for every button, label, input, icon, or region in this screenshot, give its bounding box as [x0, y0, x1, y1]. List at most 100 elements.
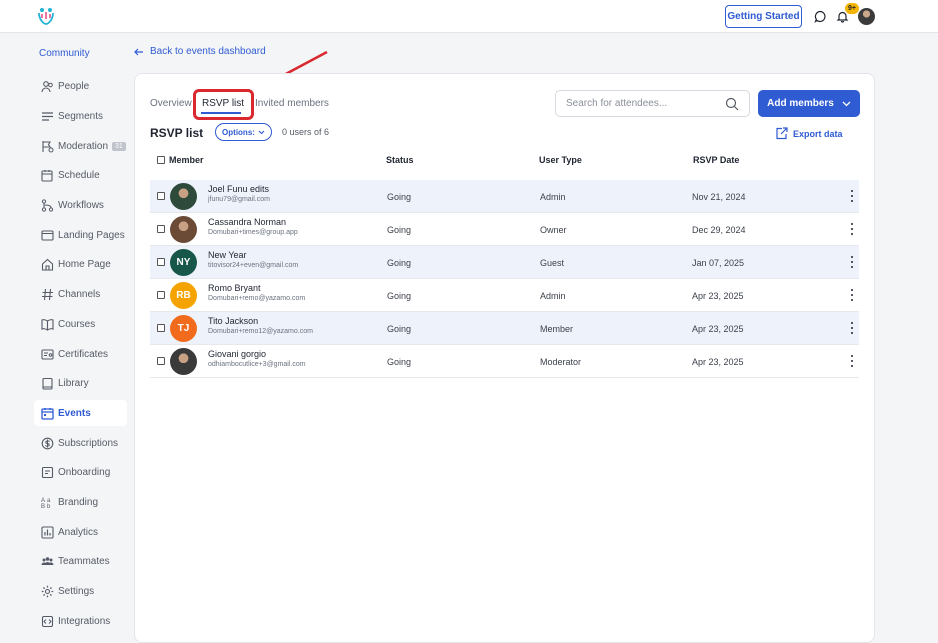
hash-icon: [41, 288, 54, 301]
sidebar-item-label: Schedule: [58, 169, 100, 181]
cell-status: Going: [387, 324, 412, 334]
search-icon[interactable]: [725, 97, 739, 111]
sidebar-item-label: Segments: [58, 110, 104, 122]
avatar: NY: [170, 249, 197, 276]
sidebar-item-label: Home Page: [58, 258, 111, 270]
landing-pages-icon: [41, 229, 54, 242]
row-checkbox[interactable]: [157, 192, 165, 200]
sidebar-item-label: Teammates: [58, 555, 110, 567]
top-bar: Getting Started 9+: [0, 0, 938, 33]
table-row[interactable]: NY New Year titovisor24+even@gmail.com Goin…: [150, 246, 859, 279]
sidebar-item-label: Onboarding: [58, 466, 111, 478]
getting-started-button[interactable]: Getting Started: [725, 5, 802, 28]
options-dropdown[interactable]: Options:: [215, 123, 272, 141]
list-title: RSVP list: [150, 126, 204, 140]
sidebar-item-segments[interactable]: Segments: [34, 103, 127, 129]
member-name[interactable]: Tito Jackson: [208, 316, 258, 326]
sidebar-title[interactable]: Community: [39, 48, 90, 59]
users-count: 0 users of 6: [282, 127, 330, 137]
user-avatar[interactable]: [858, 8, 875, 25]
more-options-icon[interactable]: [850, 223, 854, 235]
member-name[interactable]: New Year: [208, 250, 247, 260]
cell-status: Going: [387, 225, 412, 235]
cell-date: Apr 23, 2025: [692, 291, 744, 301]
sidebar-item-landing-pages[interactable]: Landing Pages: [34, 222, 127, 248]
export-data-button[interactable]: Export data: [775, 127, 843, 140]
onboarding-icon: [41, 466, 54, 479]
sidebar-item-teammates[interactable]: Teammates: [34, 548, 127, 574]
table-row[interactable]: RB Romo Bryant Domubari+remo@yazamo.com Goi…: [150, 279, 859, 312]
sidebar-item-certificates[interactable]: Certificates: [34, 341, 127, 367]
cell-user-type: Moderator: [540, 357, 582, 367]
cell-status: Going: [387, 192, 412, 202]
people-icon: [41, 80, 54, 93]
sidebar-item-label: Workflows: [58, 199, 104, 211]
cell-user-type: Member: [540, 324, 574, 334]
search-input[interactable]: [566, 98, 716, 109]
sidebar-item-events[interactable]: Events: [34, 400, 127, 426]
more-options-icon[interactable]: [850, 355, 854, 367]
avatar: RB: [170, 282, 197, 309]
sidebar-item-settings[interactable]: Settings: [34, 578, 127, 604]
more-options-icon[interactable]: [850, 289, 854, 301]
table-row[interactable]: Joel Funu edits jfunu79@gmail.com Going Adm…: [150, 180, 859, 213]
sidebar-item-courses[interactable]: Courses: [34, 311, 127, 337]
cell-date: Apr 23, 2025: [692, 324, 744, 334]
tab-invited-members[interactable]: Invited members: [255, 98, 329, 109]
tab-overview[interactable]: Overview: [150, 98, 192, 109]
sidebar-item-label: Moderation: [58, 140, 109, 152]
annotation-highlight-box: [193, 89, 254, 120]
add-members-button[interactable]: Add members: [758, 90, 860, 117]
member-name[interactable]: Romo Bryant: [208, 283, 261, 293]
member-name[interactable]: Cassandra Norman: [208, 217, 286, 227]
chat-icon[interactable]: [812, 8, 828, 24]
subscriptions-icon: [41, 437, 54, 450]
cell-status: Going: [387, 357, 412, 367]
sidebar-item-workflows[interactable]: Workflows: [34, 192, 127, 218]
sidebar-item-label: Integrations: [58, 615, 111, 627]
row-checkbox[interactable]: [157, 357, 165, 365]
sidebar: Community People Segments Moderation 31 Sche…: [0, 33, 134, 643]
select-all-checkbox[interactable]: [157, 156, 165, 164]
sidebar-item-subscriptions[interactable]: Subscriptions: [34, 430, 127, 456]
member-name[interactable]: Joel Funu edits: [208, 184, 269, 194]
sidebar-item-onboarding[interactable]: Onboarding: [34, 459, 127, 485]
app-logo[interactable]: [35, 5, 57, 27]
sidebar-item-label: Library: [58, 377, 89, 389]
back-to-events-link[interactable]: Back to events dashboard: [134, 46, 266, 57]
export-data-label: Export data: [793, 128, 843, 139]
member-name[interactable]: Giovani gorgio: [208, 349, 266, 359]
row-checkbox[interactable]: [157, 258, 165, 266]
row-checkbox[interactable]: [157, 324, 165, 332]
avatar-initials: TJ: [177, 323, 190, 334]
row-checkbox[interactable]: [157, 225, 165, 233]
more-options-icon[interactable]: [850, 190, 854, 202]
sidebar-item-schedule[interactable]: Schedule: [34, 162, 127, 188]
table-row[interactable]: Cassandra Norman Domubari+times@group.app…: [150, 213, 859, 246]
more-options-icon[interactable]: [850, 322, 854, 334]
sidebar-item-label: Branding: [58, 496, 99, 508]
sidebar-item-people[interactable]: People: [34, 73, 127, 99]
sidebar-item-branding[interactable]: Aa Bb Branding: [34, 489, 127, 515]
table-row[interactable]: Giovani gorgio odhiambocutlice+3@gmail.co…: [150, 345, 859, 378]
sidebar-item-moderation[interactable]: Moderation 31: [34, 133, 127, 159]
calendar-icon: [41, 407, 54, 420]
row-checkbox[interactable]: [157, 291, 165, 299]
options-label: Options:: [222, 127, 255, 137]
workflows-icon: [41, 198, 54, 212]
avatar: [170, 348, 197, 375]
cell-status: Going: [387, 291, 412, 301]
sidebar-item-library[interactable]: Library: [34, 370, 127, 396]
gear-icon: [41, 585, 54, 598]
avatar: TJ: [170, 315, 197, 342]
member-email: Domubari+remo@yazamo.com: [208, 295, 306, 302]
more-options-icon[interactable]: [850, 256, 854, 268]
cell-date: Dec 29, 2024: [692, 225, 746, 235]
search-box[interactable]: [555, 90, 750, 117]
sidebar-item-channels[interactable]: Channels: [34, 281, 127, 307]
sidebar-item-home-page[interactable]: Home Page: [34, 251, 127, 277]
sidebar-item-integrations[interactable]: Integrations: [34, 608, 127, 634]
member-email: jfunu79@gmail.com: [208, 196, 270, 203]
sidebar-item-analytics[interactable]: Analytics: [34, 519, 127, 545]
table-row[interactable]: TJ Tito Jackson Domubari+remo12@yazamo.com…: [150, 312, 859, 345]
